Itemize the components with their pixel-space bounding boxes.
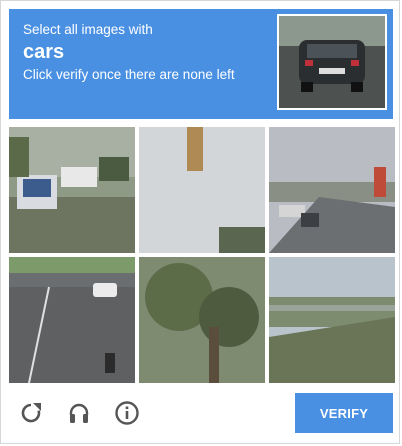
image-tile[interactable] (9, 257, 135, 383)
info-icon (115, 401, 139, 425)
example-image (277, 14, 387, 110)
tile-image-street-sign (9, 127, 135, 253)
help-button[interactable] (111, 393, 143, 433)
target-object-text: cars (23, 41, 65, 63)
image-tile[interactable] (269, 127, 395, 253)
reload-icon (21, 403, 41, 423)
tile-image-highway (9, 257, 135, 383)
instruction-subtext: Click verify once there are none left (23, 67, 235, 82)
tile-image-palm-trees (139, 257, 265, 383)
captcha-dialog: Select all images with cars Click verify… (0, 0, 400, 444)
image-tile[interactable] (269, 257, 395, 383)
tile-image-road (269, 127, 395, 253)
tile-image-sky (139, 127, 265, 253)
instruction-text: Select all images with (23, 22, 153, 37)
challenge-header: Select all images with cars Click verify… (9, 9, 393, 119)
example-car-graphic (279, 16, 385, 108)
image-tile[interactable] (139, 257, 265, 383)
verify-button[interactable]: VERIFY (295, 393, 393, 433)
audio-challenge-button[interactable] (63, 393, 95, 433)
reload-button[interactable] (15, 393, 47, 433)
image-tile[interactable] (139, 127, 265, 253)
image-tile[interactable] (9, 127, 135, 253)
tile-image-landscape (269, 257, 395, 383)
audio-icon (69, 403, 89, 423)
